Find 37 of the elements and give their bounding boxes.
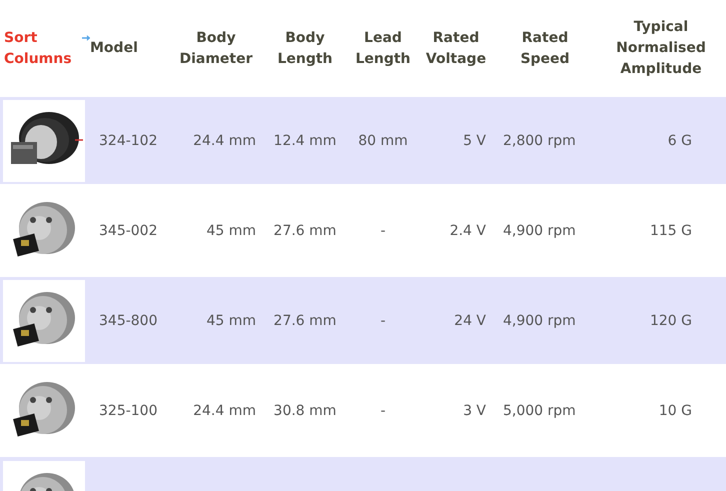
table-cell-text: 3 V (462, 402, 487, 418)
table-cell-text: 5 V (462, 132, 487, 148)
table-cell-text: 5,000 rpm (502, 402, 577, 418)
column-header[interactable]: Body Length (277, 28, 333, 70)
table-cell-text: 24.4 mm (192, 132, 257, 148)
table-cell-text: 324-102 (98, 132, 158, 148)
table-cell-text: - (379, 222, 387, 238)
table-cell-text: 6 G (666, 132, 693, 148)
column-header[interactable]: Model (90, 38, 138, 59)
sort-columns-link[interactable]: Sort Columns (4, 28, 72, 70)
table-cell-text: 12.4 mm (272, 132, 338, 148)
table-cell-text: 27.6 mm (272, 312, 338, 328)
table-cell-text: 4,900 rpm (502, 222, 577, 238)
table-cell-text: 24.4 mm (192, 402, 257, 418)
column-header[interactable]: Body Diameter (179, 28, 253, 70)
table-cell-text: 27.6 mm (272, 222, 338, 238)
arrow-right-icon (82, 32, 90, 42)
column-header[interactable]: Rated Voltage (426, 28, 486, 70)
table-cell-text: 4,900 rpm (502, 312, 577, 328)
table-cell-text: 345-800 (98, 312, 158, 328)
table-cell-text: 120 G (648, 312, 693, 328)
table-cell-text: 2,800 rpm (502, 132, 577, 148)
table-cell-text: 10 G (658, 402, 693, 418)
table-cell-text: 45 mm (205, 312, 257, 328)
table-cell-text: 115 G (648, 222, 693, 238)
table-cell-text: 80 mm (357, 132, 409, 148)
table-cell-text: 2.4 V (448, 222, 487, 238)
table-cell-text: 345-002 (98, 222, 158, 238)
table-cell-text: - (379, 312, 387, 328)
table-cell-text: 325-100 (98, 402, 158, 418)
column-header[interactable]: Rated Speed (520, 28, 570, 70)
table-cell-text: 30.8 mm (272, 402, 338, 418)
table-cell-text: - (379, 402, 387, 418)
table-cell-text: 24 V (453, 312, 487, 328)
column-header[interactable]: Lead Length (355, 28, 411, 70)
table-cell-text: 45 mm (205, 222, 257, 238)
column-header[interactable]: Typical Normalised Amplitude (616, 17, 706, 80)
